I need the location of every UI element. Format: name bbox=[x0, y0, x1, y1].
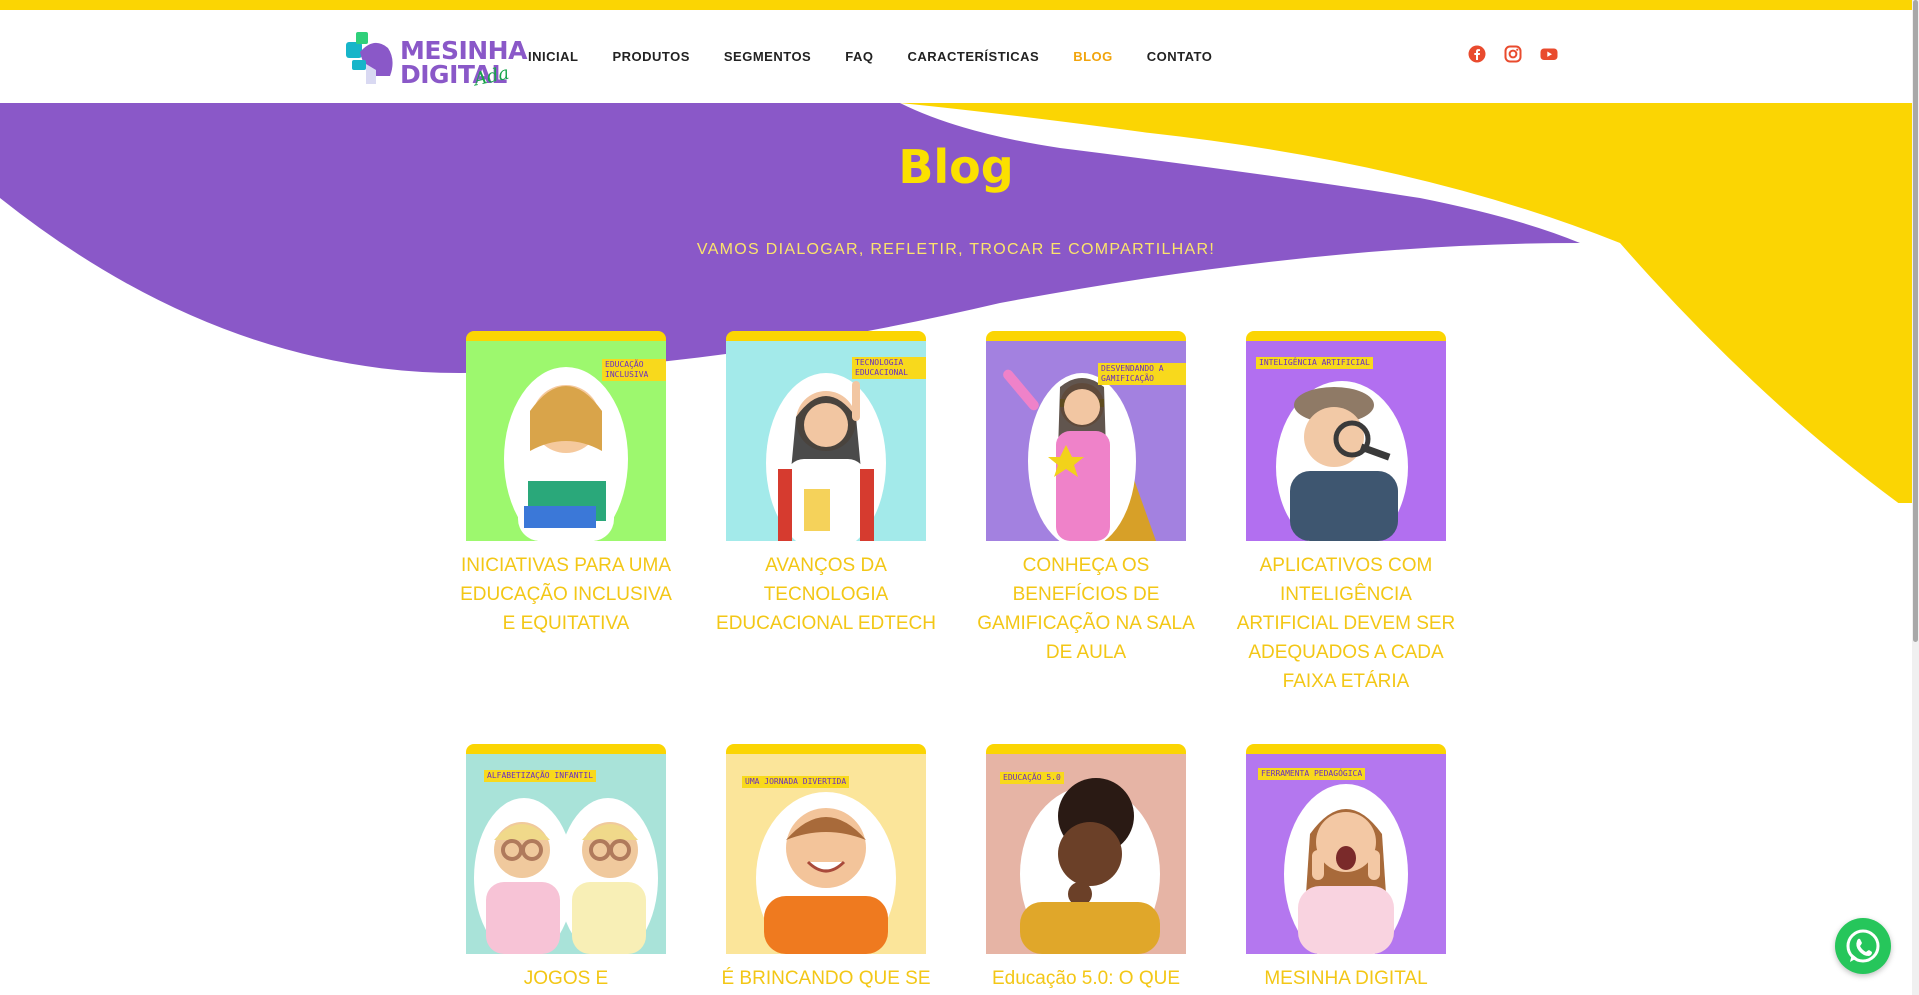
page-title: Blog bbox=[898, 140, 1014, 194]
post-category-badge: INTELIGÊNCIA ARTIFICIAL bbox=[1256, 357, 1373, 369]
post-title[interactable]: AVANÇOS DA TECNOLOGIA EDUCACIONAL EDTECH bbox=[716, 551, 936, 638]
post-category-badge: FERRAMENTA PEDAGÓGICA bbox=[1258, 768, 1366, 780]
nav-blog[interactable]: BLOG bbox=[1073, 49, 1113, 64]
post-title[interactable]: MESINHA DIGITAL bbox=[1236, 964, 1456, 993]
post-card-image[interactable]: INTELIGÊNCIA ARTIFICIAL bbox=[1246, 331, 1446, 551]
post-category-badge: EDUCAÇÃO 5.0 bbox=[1000, 772, 1064, 784]
top-accent-bar bbox=[0, 0, 1919, 10]
nav-inicial[interactable]: INICIAL bbox=[528, 49, 578, 64]
scrollbar-thumb[interactable] bbox=[1913, 0, 1918, 642]
post-card-image[interactable]: ALFABETIZAÇÃO INFANTIL bbox=[466, 744, 666, 964]
nav-segmentos[interactable]: SEGMENTOS bbox=[724, 49, 811, 64]
post-category-badge: TECNOLOGIA EDUCACIONAL bbox=[852, 357, 926, 379]
whatsapp-icon bbox=[1846, 929, 1880, 963]
site-header: MESINHA DIGITAL Ada INICIAL PRODUTOS SEG… bbox=[0, 10, 1912, 103]
social-links bbox=[1468, 45, 1558, 63]
post-card-image[interactable]: TECNOLOGIA EDUCACIONAL bbox=[726, 331, 926, 551]
post-title[interactable]: JOGOS E bbox=[456, 964, 676, 993]
child-photo-icon bbox=[1246, 754, 1446, 954]
nav-faq[interactable]: FAQ bbox=[845, 49, 873, 64]
post-title[interactable]: APLICATIVOS COM INTELIGÊNCIA ARTIFICIAL … bbox=[1236, 551, 1456, 696]
site-logo[interactable]: MESINHA DIGITAL Ada bbox=[346, 26, 527, 96]
nav-caracteristicas[interactable]: CARACTERÍSTICAS bbox=[907, 49, 1039, 64]
post-title[interactable]: Educação 5.0: O QUE bbox=[976, 964, 1196, 993]
post-category-badge: DESVENDANDO A GAMIFICAÇÃO bbox=[1098, 363, 1186, 385]
child-photo-icon bbox=[1246, 341, 1446, 541]
post-card-image[interactable]: DESVENDANDO A GAMIFICAÇÃO bbox=[986, 331, 1186, 551]
nav-contato[interactable]: CONTATO bbox=[1147, 49, 1213, 64]
post-category-badge: ALFABETIZAÇÃO INFANTIL bbox=[484, 770, 596, 782]
youtube-icon[interactable] bbox=[1540, 45, 1558, 63]
post-title[interactable]: É BRINCANDO QUE SE bbox=[716, 964, 936, 993]
post-category-badge: EDUCAÇÃO INCLUSIVA bbox=[602, 359, 666, 381]
post-category-badge: UMA JORNADA DIVERTIDA bbox=[742, 776, 850, 788]
post-title[interactable]: INICIATIVAS PARA UMA EDUCAÇÃO INCLUSIVA … bbox=[456, 551, 676, 638]
post-card-image[interactable]: FERRAMENTA PEDAGÓGICA bbox=[1246, 744, 1446, 964]
page-scrollbar[interactable] bbox=[1912, 0, 1919, 995]
facebook-icon[interactable] bbox=[1468, 45, 1486, 63]
logo-mark-icon bbox=[346, 32, 393, 84]
nav-produtos[interactable]: PRODUTOS bbox=[612, 49, 689, 64]
whatsapp-button[interactable] bbox=[1835, 918, 1891, 974]
main-navigation: INICIAL PRODUTOS SEGMENTOS FAQ CARACTERÍ… bbox=[528, 10, 1246, 103]
post-card-image[interactable]: EDUCAÇÃO 5.0 bbox=[986, 744, 1186, 964]
post-card-image[interactable]: EDUCAÇÃO INCLUSIVA bbox=[466, 331, 666, 551]
page-tagline: VAMOS DIALOGAR, REFLETIR, TROCAR E COMPA… bbox=[696, 241, 1216, 258]
child-photo-icon bbox=[466, 754, 666, 954]
instagram-icon[interactable] bbox=[1504, 45, 1522, 63]
post-title[interactable]: CONHEÇA OS BENEFÍCIOS DE GAMIFICAÇÃO NA … bbox=[976, 551, 1196, 667]
child-photo-icon bbox=[986, 754, 1186, 954]
post-card-image[interactable]: UMA JORNADA DIVERTIDA bbox=[726, 744, 926, 964]
